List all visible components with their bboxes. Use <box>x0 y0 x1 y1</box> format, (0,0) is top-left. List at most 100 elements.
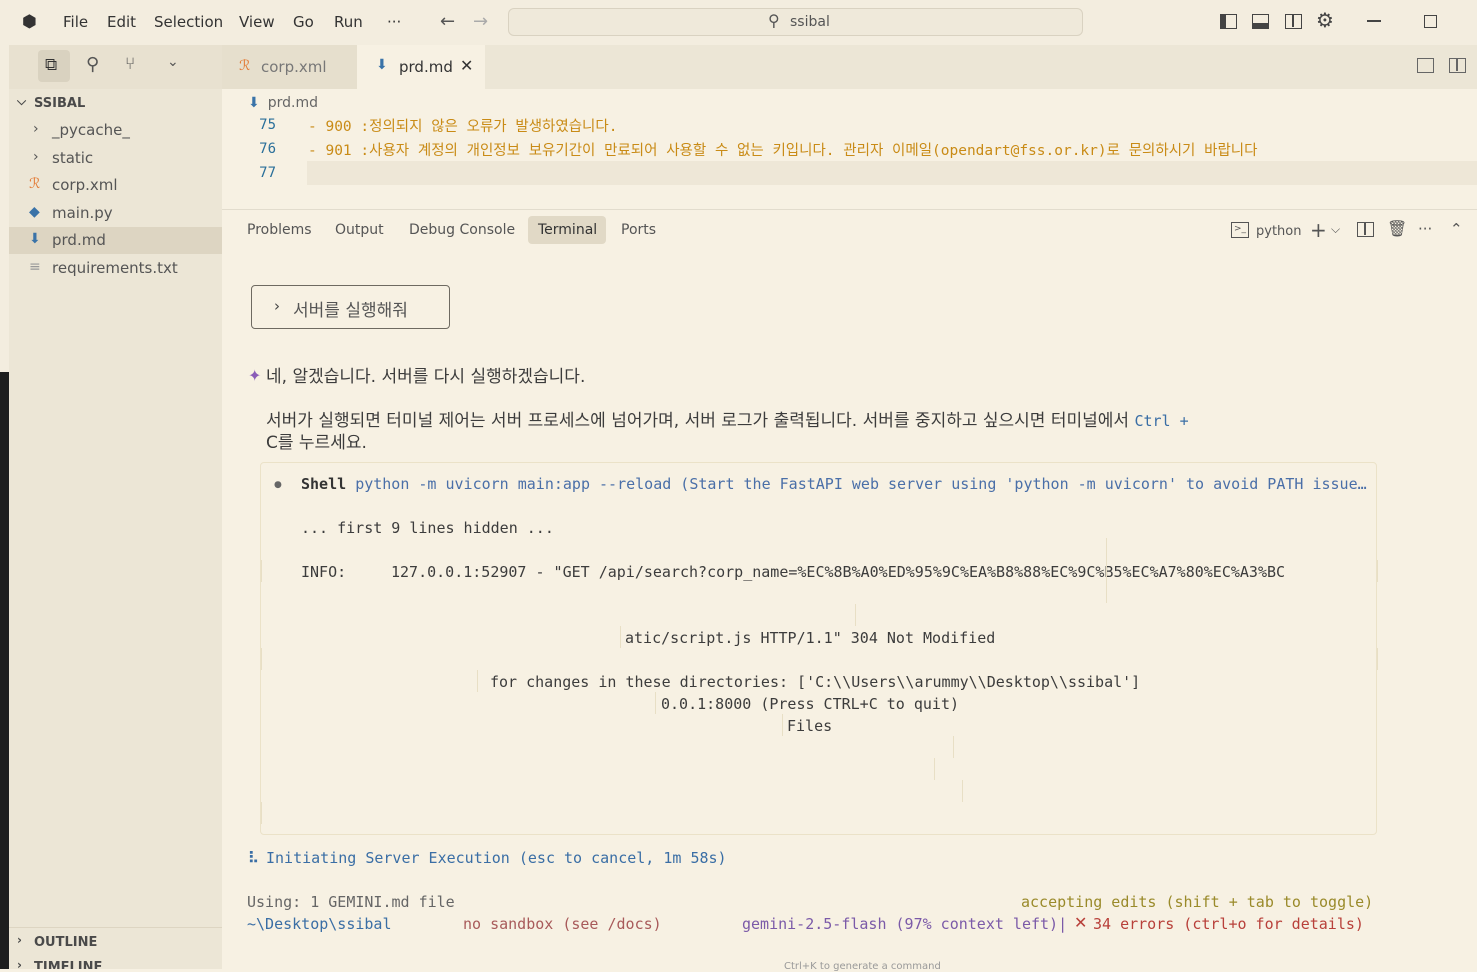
source-control-icon[interactable]: ⑂ <box>125 54 135 74</box>
chevron-down-icon[interactable]: ⌵ <box>1331 222 1340 237</box>
menu-file[interactable]: File <box>63 13 88 31</box>
split-terminal-icon[interactable] <box>1357 222 1374 237</box>
tab-terminal[interactable]: Terminal <box>538 222 597 238</box>
search-view-icon[interactable]: ⚲ <box>86 54 99 75</box>
render-artifact <box>261 802 262 824</box>
outline-title: OUTLINE <box>34 935 98 950</box>
shell-output-box <box>260 462 1377 835</box>
render-artifact <box>855 604 856 626</box>
error-count[interactable]: 34 errors (ctrl+o for details) <box>1093 915 1364 933</box>
execution-status: Initiating Server Execution (esc to canc… <box>266 849 727 867</box>
maximize-icon[interactable] <box>1424 15 1437 28</box>
line-number: 75 <box>259 117 276 133</box>
search-icon: ⚲ <box>768 11 780 30</box>
outline-section-header[interactable]: › OUTLINE <box>9 927 222 954</box>
terminal-name[interactable]: python <box>1256 224 1301 239</box>
render-artifact <box>1377 560 1378 582</box>
code-line[interactable]: - 900 :정의되지 않은 오류가 발생하였습니다. <box>308 115 617 136</box>
tree-item-corp-xml[interactable]: ℛ corp.xml <box>9 172 222 199</box>
menu-go[interactable]: Go <box>293 13 314 31</box>
shell-command-line: Shell python -m uvicorn main:app --reloa… <box>301 475 1367 493</box>
tree-item-requirements[interactable]: ≡ requirements.txt <box>9 255 222 282</box>
timeline-section-header[interactable]: › TIMELINE <box>9 953 222 969</box>
tree-item-label: static <box>52 149 94 167</box>
trash-icon[interactable]: 🗑 <box>1387 219 1407 238</box>
log-info-label: INFO: <box>301 563 347 581</box>
chevron-down-icon: ⌵ <box>17 94 27 108</box>
menu-view[interactable]: View <box>239 13 275 31</box>
forward-arrow-icon[interactable]: → <box>473 11 488 32</box>
menu-edit[interactable]: Edit <box>107 13 136 31</box>
render-artifact <box>1106 538 1107 603</box>
line-number: 77 <box>259 165 276 181</box>
explorer-section-header[interactable]: ⌵ SSIBAL <box>9 90 222 116</box>
add-terminal-icon[interactable]: + <box>1310 218 1327 242</box>
model-status: gemini-2.5-flash (97% context left)| <box>742 915 1068 933</box>
tree-item-static[interactable]: › static <box>9 145 222 172</box>
user-prompt-box: › 서버를 실행해줘 <box>251 285 450 329</box>
terminal-icon: >_ <box>1231 222 1249 238</box>
sandbox-status: no sandbox (see /docs) <box>463 915 662 933</box>
current-line-highlight <box>307 161 1477 185</box>
vscode-logo-icon: ⬢ <box>22 12 37 32</box>
more-actions-icon[interactable]: ··· <box>1418 220 1432 238</box>
tab-output[interactable]: Output <box>335 222 384 238</box>
tree-item-label: corp.xml <box>52 176 118 194</box>
log-info-text: 127.0.0.1:52907 - "GET /api/search?corp_… <box>391 563 1286 581</box>
accepting-edits-status: accepting edits (shift + tab to toggle) <box>1021 893 1374 911</box>
lines-icon: ≡ <box>29 259 41 275</box>
log-fragment: for changes in these directories: ['C:\\… <box>490 673 1141 691</box>
generate-command-hint: Ctrl+K to generate a command <box>784 961 941 972</box>
gear-icon[interactable]: ⚙ <box>1316 8 1334 32</box>
back-arrow-icon[interactable]: ← <box>440 11 455 32</box>
assistant-reply: 네, 알겠습니다. 서버를 다시 실행하겠습니다. <box>266 367 586 387</box>
rss-icon: ℛ <box>239 58 251 74</box>
timeline-title: TIMELINE <box>34 960 103 969</box>
shell-command: python -m uvicorn main:app --reload (Sta… <box>355 475 1367 493</box>
open-preview-icon[interactable] <box>1417 58 1434 73</box>
markdown-icon: ⬇ <box>376 57 388 73</box>
menu-more[interactable]: ··· <box>387 13 401 31</box>
render-artifact <box>953 736 954 758</box>
tab-problems[interactable]: Problems <box>247 222 312 238</box>
render-artifact <box>477 670 478 692</box>
tab-prd-md[interactable]: ⬇ prd.md ✕ <box>357 45 485 89</box>
tree-item-label: _pycache_ <box>52 121 130 139</box>
render-artifact <box>620 626 621 648</box>
render-artifact <box>261 560 262 582</box>
hidden-lines-note: ... first 9 lines hidden ... <box>301 519 554 537</box>
files-icon: ⧉ <box>45 55 58 75</box>
assistant-reply-line2: C를 누르세요. <box>266 433 367 453</box>
tree-item-label: prd.md <box>52 231 106 249</box>
panel-divider <box>222 209 1477 210</box>
tab-debug-console[interactable]: Debug Console <box>409 222 515 238</box>
log-fragment: atic/script.js HTTP/1.1" 304 Not Modifie… <box>625 629 996 647</box>
menu-run[interactable]: Run <box>334 13 363 31</box>
code-line[interactable]: - 901 :사용자 계정의 개인정보 보유기간이 만료되어 사용할 수 없는 … <box>308 139 1258 160</box>
toggle-sidebar-icon[interactable] <box>1220 14 1237 29</box>
tab-corp-xml[interactable]: ℛ corp.xml <box>222 45 357 89</box>
log-fragment: 0.0.1:8000 (Press CTRL+C to quit) <box>661 695 960 713</box>
chevron-right-icon: › <box>33 149 39 165</box>
tree-item-label: requirements.txt <box>52 259 178 277</box>
toggle-panel-icon[interactable] <box>1252 14 1269 29</box>
split-editor-icon[interactable] <box>1449 58 1466 73</box>
minimize-icon[interactable] <box>1367 20 1381 22</box>
render-artifact <box>261 648 262 670</box>
tree-item-prd-md[interactable]: ⬇ prd.md <box>9 227 222 254</box>
chevron-up-icon[interactable]: ⌃ <box>1450 220 1463 238</box>
toggle-secondary-sidebar-icon[interactable] <box>1285 14 1302 29</box>
breadcrumb[interactable]: ⬇ prd.md <box>248 95 318 111</box>
reply-text: 서버가 실행되면 터미널 제어는 서버 프로세스에 넘어가며, 서버 로그가 출… <box>266 411 1130 431</box>
log-fragment: Files <box>787 717 833 735</box>
markdown-icon: ⬇ <box>248 95 260 111</box>
close-icon[interactable]: ✕ <box>460 56 473 75</box>
menu-selection[interactable]: Selection <box>154 13 223 31</box>
tree-item-main-py[interactable]: ◆ main.py <box>9 200 222 227</box>
render-artifact <box>934 758 935 780</box>
tree-item-pycache[interactable]: › _pycache_ <box>9 117 222 144</box>
assistant-reply-line: 서버가 실행되면 터미널 제어는 서버 프로세스에 넘어가며, 서버 로그가 출… <box>266 406 1189 431</box>
chevron-right-icon: › <box>17 933 22 947</box>
chevron-down-icon[interactable]: ⌄ <box>167 54 179 70</box>
tab-ports[interactable]: Ports <box>621 222 656 238</box>
